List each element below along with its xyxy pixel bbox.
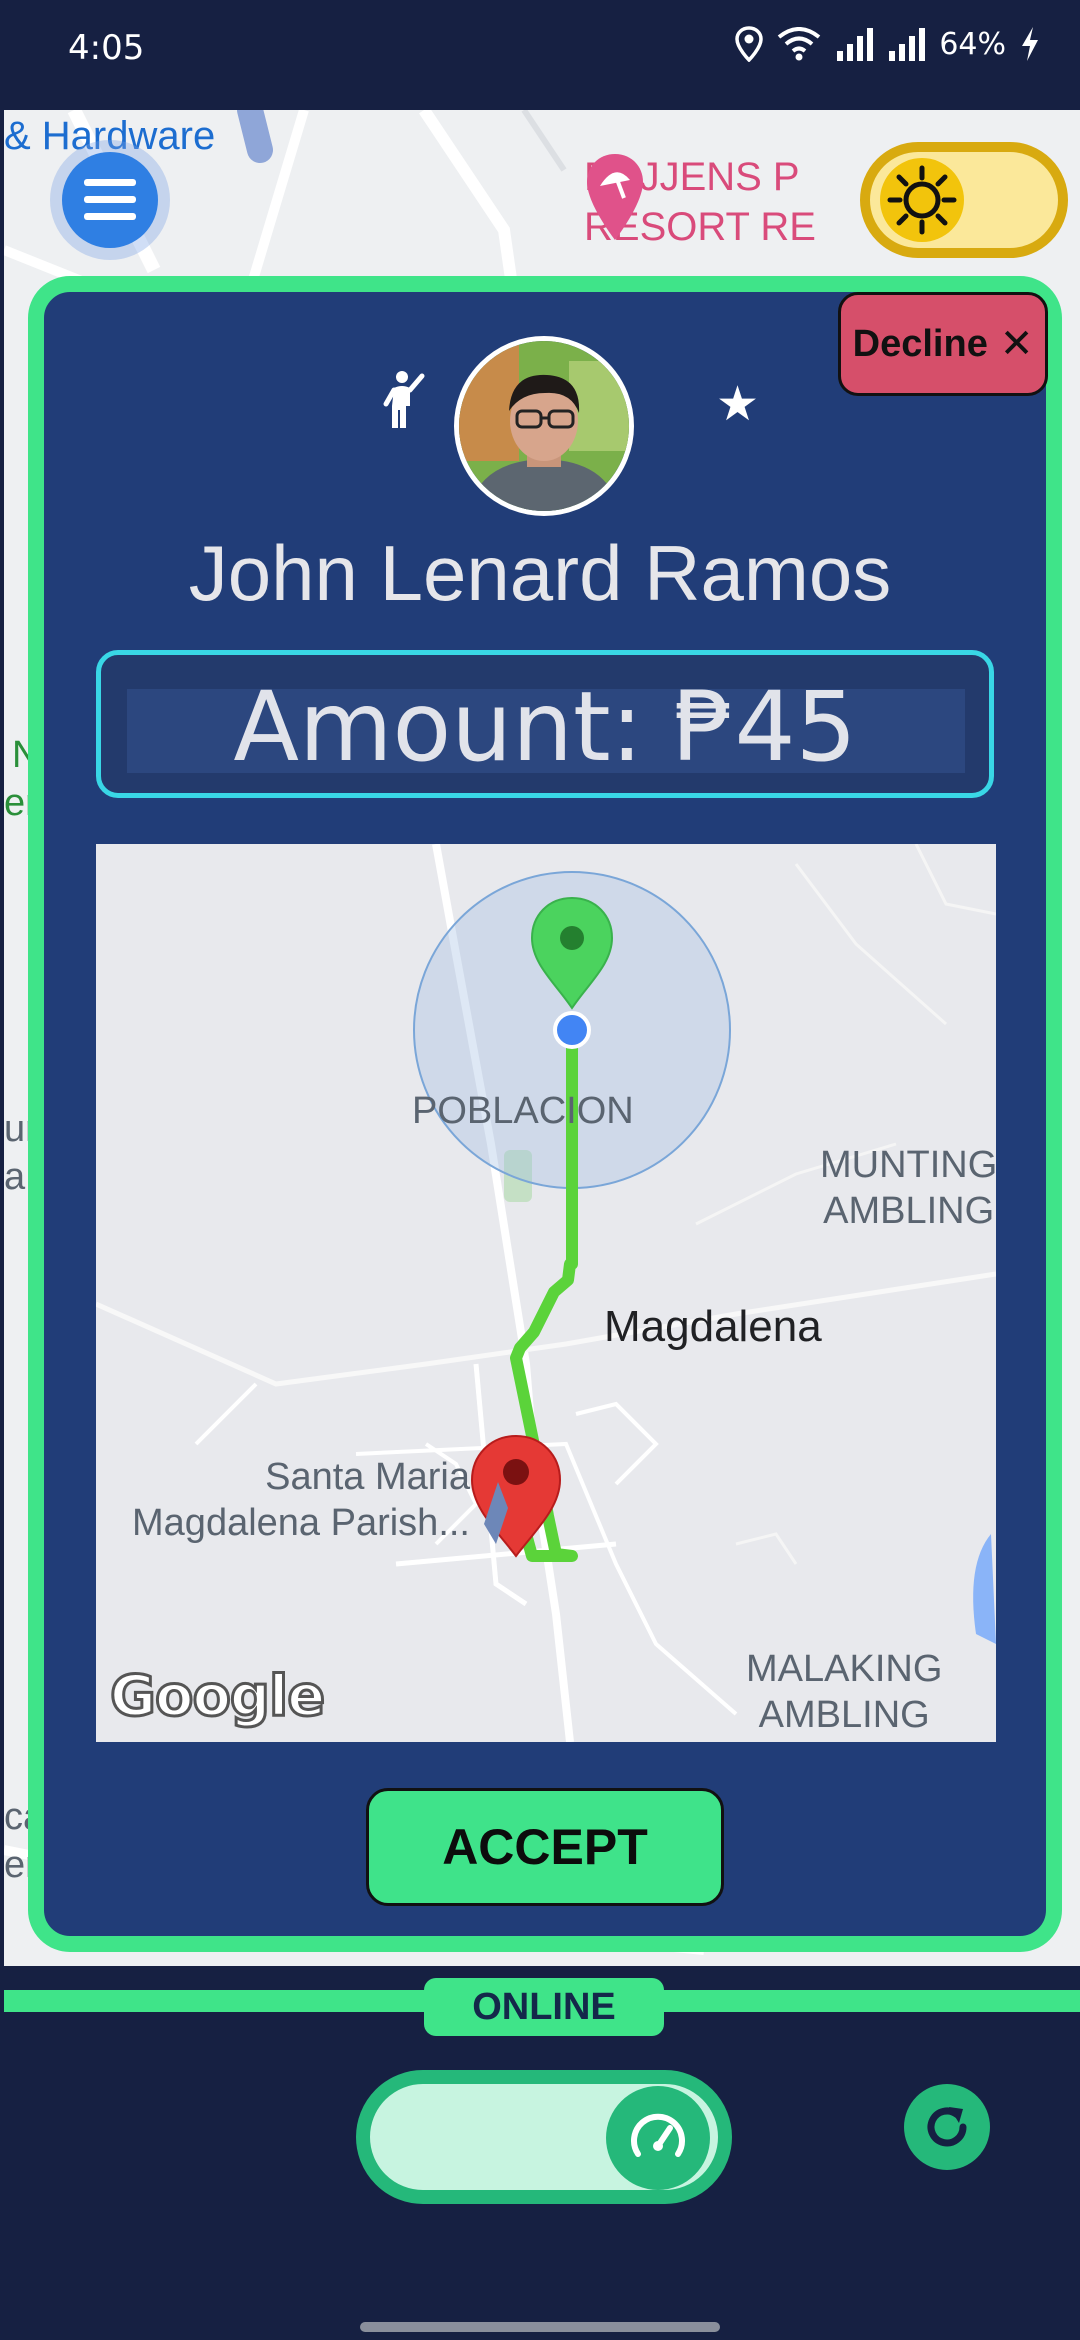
theme-toggle[interactable] [860, 142, 1068, 258]
decline-button[interactable]: Decline ✕ [838, 292, 1048, 396]
map-label-line: AMBLING [758, 1694, 930, 1736]
speedometer-icon [631, 2113, 685, 2157]
google-logo: Google [108, 1663, 326, 1731]
pedestrian-icon [383, 371, 425, 428]
status-time: 4:05 [68, 28, 145, 68]
decline-label: Decline [852, 322, 988, 365]
map-fragment-label: a [4, 1156, 26, 1198]
online-toggle-knob[interactable] [606, 2086, 710, 2190]
map-label-line: Santa Maria [265, 1456, 470, 1498]
map-label-line: MALAKING [746, 1648, 943, 1690]
beach-umbrella-pin-icon [587, 154, 643, 240]
status-bar: 4:05 64% [0, 0, 1080, 108]
refresh-button[interactable] [904, 2084, 990, 2170]
signal-icon [889, 28, 926, 61]
hamburger-menu-icon [84, 179, 136, 220]
map-label-line: AMBLING [823, 1190, 995, 1232]
status-icons: 64% [735, 26, 1040, 62]
passenger-avatar [454, 336, 634, 516]
wifi-icon [778, 27, 821, 61]
passenger-name: John Lenard Ramos [188, 529, 892, 617]
sun-icon [887, 165, 957, 235]
map-label-magdalena: Magdalena [604, 1302, 822, 1351]
fare-amount-box: Amount: ₱45 [96, 650, 994, 798]
map-label-line: Magdalena Parish... [132, 1502, 470, 1544]
fare-amount: Amount: ₱45 [233, 671, 857, 783]
map-label-parish: Santa Maria Magdalena Parish... [100, 1454, 470, 1546]
home-indicator[interactable] [360, 2322, 720, 2332]
menu-button[interactable] [62, 152, 158, 248]
refresh-icon [927, 2107, 967, 2147]
online-toggle[interactable] [356, 2070, 732, 2204]
theme-toggle-knob[interactable] [880, 158, 964, 242]
close-icon: ✕ [999, 322, 1034, 366]
battery-percent: 64% [939, 26, 1006, 62]
route-map[interactable]: POBLACION MUNTING AMBLING Magdalena Sant… [96, 844, 996, 1742]
resort-place[interactable]: RAJJENS P RESORT RE [584, 152, 816, 252]
map-label-munting-ambling: MUNTING AMBLING [820, 1142, 996, 1234]
map-label-malaking-ambling: MALAKING AMBLING [746, 1646, 942, 1738]
signal-icon [837, 28, 874, 61]
online-status-label: ONLINE [424, 1978, 664, 2036]
accept-button[interactable]: ACCEPT [366, 1788, 724, 1906]
location-icon [735, 26, 764, 62]
map-label-line: MUNTING [820, 1144, 996, 1186]
charging-icon [1022, 27, 1038, 61]
map-label-poblacion: POBLACION [412, 1090, 634, 1132]
star-icon: ★ [716, 376, 760, 432]
